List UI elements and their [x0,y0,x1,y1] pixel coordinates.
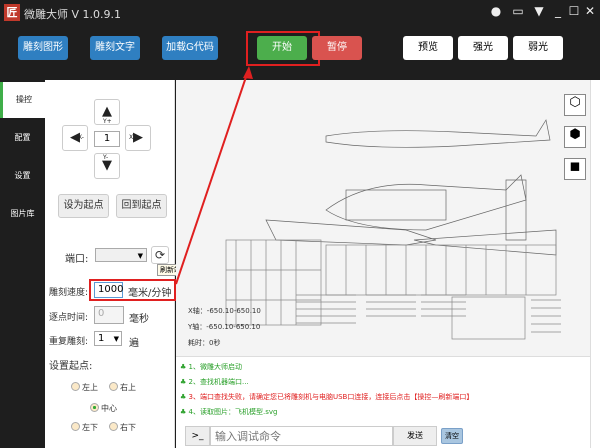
annotation-arrow [175,66,253,285]
